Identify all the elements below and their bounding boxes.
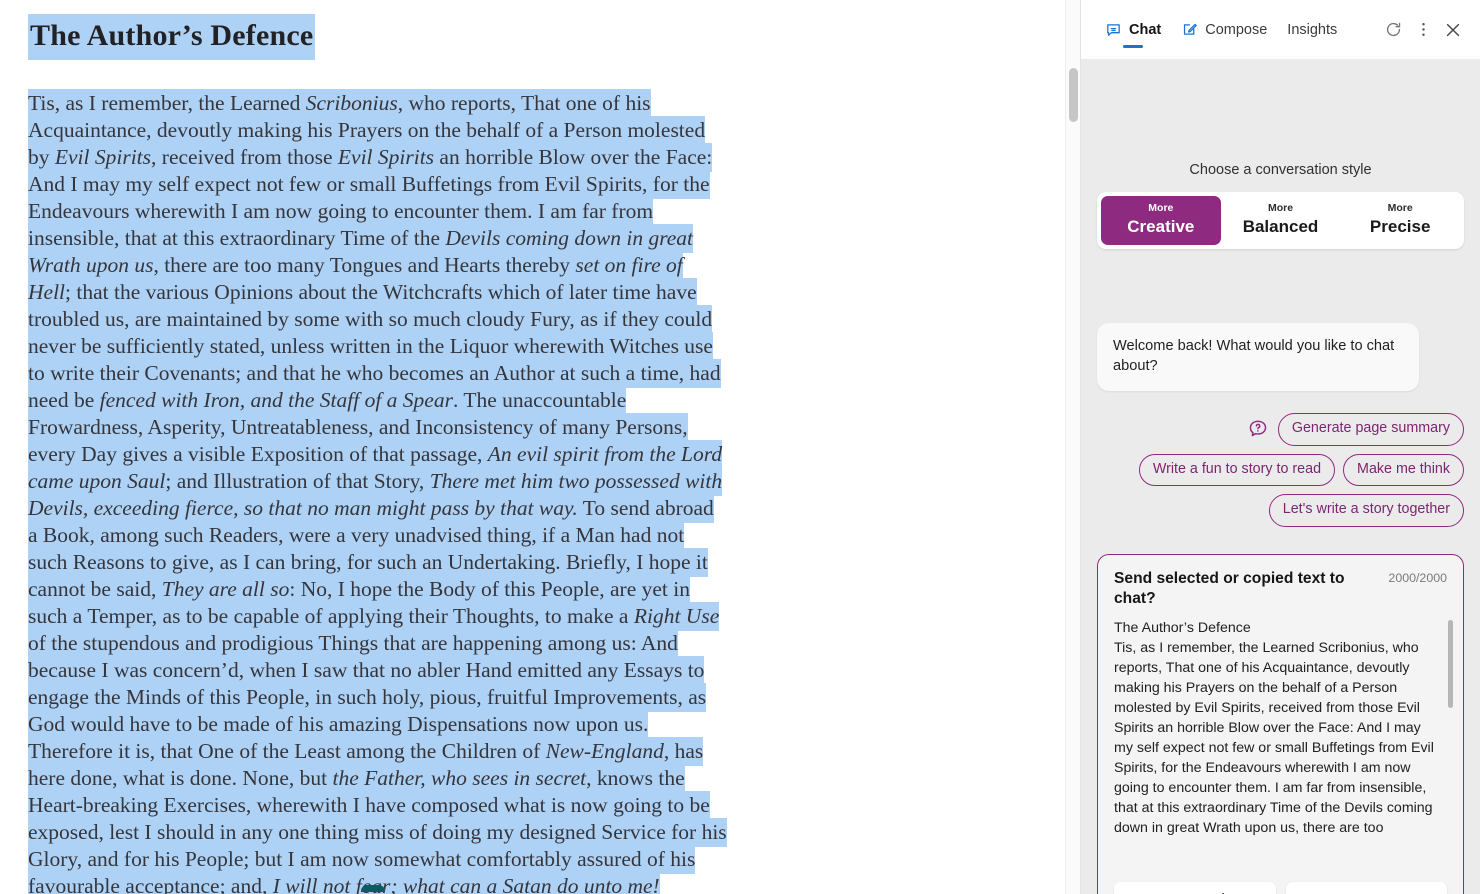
style-option-precise[interactable]: More Precise <box>1340 196 1460 245</box>
selection-toolbar-handle[interactable] <box>361 885 385 892</box>
compose-pencil-icon <box>1181 21 1198 38</box>
send-card-scrollbar[interactable] <box>1448 618 1453 872</box>
send-card-character-counter: 2000/2000 <box>1388 571 1447 585</box>
chip-write-story-together[interactable]: Let's write a story together <box>1268 494 1464 527</box>
chip-write-a-fun-story[interactable]: Write a fun to story to read <box>1138 453 1336 487</box>
send-card-excerpt-body: Tis, as I remember, the Learned Scriboni… <box>1114 640 1434 836</box>
style-option-precise-label: Precise <box>1369 216 1431 236</box>
style-option-creative[interactable]: More Creative <box>1101 196 1221 245</box>
style-option-creative-label: Creative <box>1127 216 1195 236</box>
conversation-style-section: Choose a conversation style More Creativ… <box>1097 162 1464 249</box>
style-option-precise-prefix: More <box>1387 202 1413 214</box>
tab-chat-label: Chat <box>1129 21 1162 38</box>
send-button[interactable]: Send <box>1114 882 1276 894</box>
more-options-button[interactable] <box>1408 15 1438 45</box>
style-option-balanced-label: Balanced <box>1242 216 1319 236</box>
sidebar-header: Chat Compose Insights <box>1081 0 1480 59</box>
tab-insights-label: Insights <box>1287 21 1338 38</box>
send-selected-text-card: Send selected or copied text to chat? 20… <box>1097 554 1464 894</box>
conversation-style-label: Choose a conversation style <box>1189 162 1372 178</box>
send-card-excerpt: The Author’s Defence Tis, as I remember,… <box>1114 618 1441 838</box>
suggestion-row-3: Let's write a story together <box>1268 494 1464 527</box>
tab-insights[interactable]: Insights <box>1277 1 1347 59</box>
close-button[interactable] <box>1438 15 1468 45</box>
document-pane: The Author’s Defence Tis, as I remember,… <box>0 0 1081 894</box>
tab-compose[interactable]: Compose <box>1171 1 1277 59</box>
send-card-excerpt-title: The Author’s Defence <box>1114 620 1251 636</box>
chat-bubble-icon <box>1105 21 1122 38</box>
document-scrollbar-thumb[interactable] <box>1069 68 1078 122</box>
send-card-header: Send selected or copied text to chat? 20… <box>1114 569 1455 609</box>
suggestion-row-2: Write a fun to story to read Make me thi… <box>1138 453 1464 487</box>
page-title: The Author’s Defence <box>28 14 316 60</box>
send-card-actions: Send Ignore <box>1114 882 1455 894</box>
chip-generate-page-summary[interactable]: Generate page summary <box>1277 412 1464 446</box>
document-content: The Author’s Defence Tis, as I remember,… <box>0 0 1080 894</box>
refresh-button[interactable] <box>1378 15 1408 45</box>
question-bubble-icon[interactable] <box>1246 417 1270 441</box>
send-card-scrollbar-thumb[interactable] <box>1448 620 1453 708</box>
ignore-button[interactable]: Ignore <box>1285 882 1447 894</box>
sidebar-body: Choose a conversation style More Creativ… <box>1081 59 1480 894</box>
send-card-title: Send selected or copied text to chat? <box>1114 570 1345 607</box>
style-option-balanced[interactable]: More Balanced <box>1221 196 1341 245</box>
send-card-text-area[interactable]: The Author’s Defence Tis, as I remember,… <box>1114 618 1455 872</box>
tab-compose-label: Compose <box>1205 21 1268 38</box>
suggestion-chips: Generate page summary Write a fun to sto… <box>1097 412 1464 527</box>
style-option-creative-prefix: More <box>1148 202 1174 214</box>
chat-sidebar: Chat Compose Insights Choose a conversat… <box>1081 0 1480 894</box>
document-body-text: Tis, as I remember, the Learned Scriboni… <box>28 88 728 894</box>
chip-make-me-think[interactable]: Make me think <box>1343 453 1464 487</box>
suggestion-row-1: Generate page summary <box>1246 412 1464 446</box>
document-scrollbar[interactable] <box>1065 0 1080 894</box>
conversation-style-toggle: More Creative More Balanced More Precise <box>1097 192 1464 249</box>
style-option-balanced-prefix: More <box>1267 202 1294 214</box>
assistant-greeting-message: Welcome back! What would you like to cha… <box>1097 322 1419 391</box>
app-root: The Author’s Defence Tis, as I remember,… <box>0 0 1480 894</box>
tab-chat[interactable]: Chat <box>1095 1 1171 59</box>
